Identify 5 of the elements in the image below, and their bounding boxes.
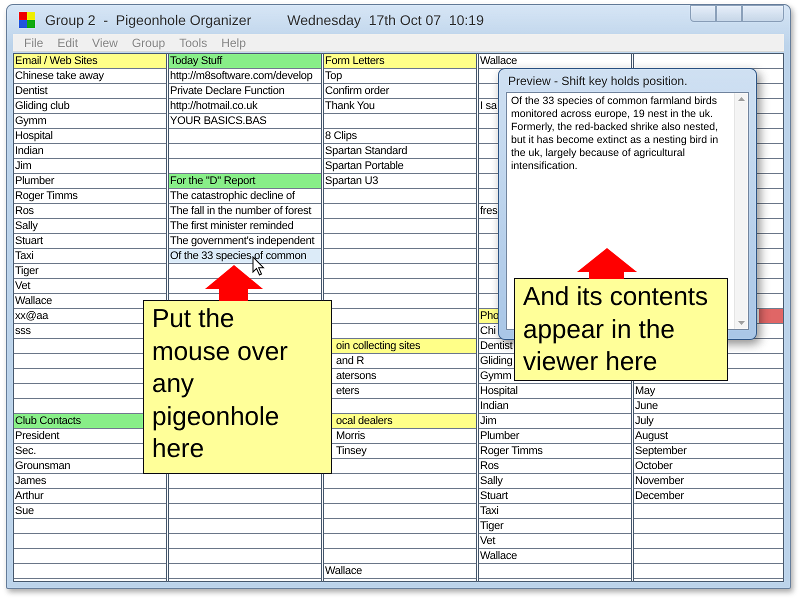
window-title: Group 2 - Pigeonhole Organizer [45, 12, 252, 28]
preview-text: Of the 33 species of common farmland birds monitored across europe, 19 nest in the uk. Formerly, the red-backed shrike also nested, but it has become extinct as a nesting bird in the uk, largely because of agricultural intensification. [510, 94, 720, 174]
tooltip-text: And its contents appear in the viewer here [523, 280, 709, 378]
preview-title: Preview - Shift key holds position. [507, 72, 688, 90]
date-time: Wednesday 17th Oct 07 10:19 [287, 12, 484, 28]
